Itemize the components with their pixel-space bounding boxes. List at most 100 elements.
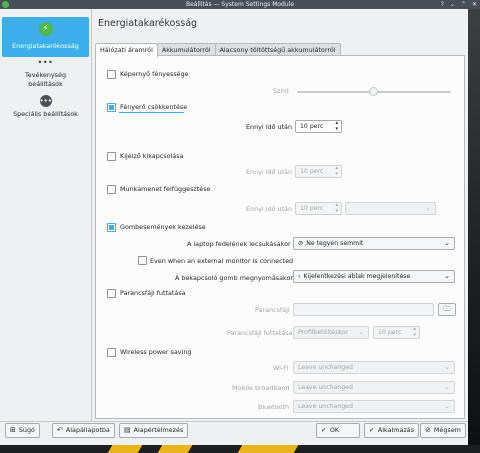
dim-after-label: Ennyi idő után (246, 123, 293, 131)
sidebar-item-energy[interactable]: ⚡ Energiatakarékosság (2, 17, 89, 57)
chevron-down-icon: ⌄ (444, 272, 450, 280)
reset-button-label: Alapállapotba (65, 426, 110, 434)
browse-button[interactable]: 🗀 (438, 303, 456, 316)
run-script-checkbox[interactable] (107, 289, 116, 298)
screen-off-after-value: 10 perc (300, 168, 324, 175)
wifi-combo[interactable]: Leave unchanged ⌄ (293, 361, 455, 374)
brightness-label: Képernyő fényessége (120, 70, 189, 78)
mobile-broadband-combo[interactable]: Leave unchanged ⌄ (293, 381, 455, 394)
script-file-input[interactable] (293, 303, 434, 316)
lightning-icon: ⚡ (38, 22, 53, 36)
wireless-checkbox[interactable] (107, 348, 116, 357)
screen-off-checkbox[interactable] (107, 152, 116, 161)
brightness-slider-handle[interactable] (369, 87, 378, 96)
chevron-down-icon: ⌄ (444, 383, 450, 391)
power-button-label: A bekapcsoló gomb megnyomásakor (175, 274, 294, 282)
dim-screen-label: Fényerő csökkentése (120, 103, 188, 111)
sidebar-item-activities[interactable]: ••• Tevékenység beállítások (2, 59, 89, 91)
chevron-down-icon: ⌄ (444, 239, 450, 247)
apply-button[interactable]: ✓ Alkalmazás (364, 423, 420, 438)
dots-icon: ••• (37, 58, 54, 67)
window-titlebar[interactable]: Beállítás — System Settings Module ? ⌄ ⌃… (0, 0, 480, 9)
bluetooth-combo[interactable]: Leave unchanged ⌄ (293, 400, 455, 413)
dim-screen-checkbox[interactable] (107, 103, 116, 112)
run-script-label: Parancsfájl futtatása (120, 289, 186, 297)
ok-button[interactable]: ✓ OK (316, 423, 360, 438)
script-run-combo[interactable]: Profilbetöltéskor ⌄ (293, 326, 369, 339)
dim-after-value: 10 perc (300, 123, 324, 130)
cancel-icon: ⊘ (425, 426, 431, 434)
sidebar-item-advanced[interactable]: ••• Speciális beállítások (2, 95, 89, 123)
lid-close-value: Ne tegyen semmit (306, 240, 364, 247)
button-events-checkbox[interactable] (107, 223, 116, 232)
defaults-button[interactable]: ▤ Alapértelmezés (119, 423, 189, 438)
chevron-left-icon: ‹ (298, 273, 301, 280)
brightness-checkbox[interactable] (107, 70, 116, 79)
script-run-label: Parancsfájl futtatása (227, 329, 293, 337)
brightness-level-label: Szint (273, 87, 289, 95)
close-icon[interactable]: ✕ (472, 0, 477, 9)
sidebar-item-label: Speciális beállítások (13, 110, 78, 118)
bluetooth-value: Leave unchanged (298, 403, 353, 410)
app-icon (2, 1, 9, 8)
cancel-button-label: Mégsem (433, 426, 461, 434)
road-marking (107, 445, 143, 453)
wireless-label: Wireless power saving (120, 348, 192, 356)
external-monitor-checkbox[interactable] (138, 256, 147, 265)
ok-button-label: OK (329, 426, 340, 434)
suspend-after-label: Ennyi idő után (246, 205, 293, 213)
settings-window: ⚡ Energiatakarékosság ••• Tevékenység be… (0, 9, 468, 445)
spin-arrows-icon[interactable]: ▴ ▾ (335, 165, 338, 177)
script-delay-value: 10 perc (378, 329, 402, 336)
suspend-after-spinbox[interactable]: 10 perc ▴ ▾ (295, 202, 342, 215)
wifi-label: Wi-Fi (273, 364, 289, 372)
block-icon: ⊘ (298, 240, 304, 247)
sidebar-divider (91, 9, 92, 421)
cancel-button[interactable]: ⊘ Mégsem (420, 423, 466, 438)
focus-underline (119, 112, 184, 113)
road-marking (263, 445, 299, 453)
defaults-button-label: Alapértelmezés (133, 426, 184, 434)
suspend-checkbox[interactable] (107, 185, 116, 194)
suspend-label: Munkamenet felfüggesztése (120, 185, 211, 193)
reset-button[interactable]: ↶ Alapállapotba (52, 423, 115, 438)
chevron-down-icon: ⌄ (444, 363, 450, 371)
sidebar-item-label: Tevékenység (24, 71, 67, 79)
suspend-action-combo[interactable]: ⌄ (345, 202, 436, 215)
screen-off-after-label: Ennyi idő után (246, 168, 293, 176)
mobile-broadband-value: Leave unchanged (298, 384, 353, 391)
help-window-icon[interactable]: ? (441, 0, 444, 9)
page-title: Energiatakarékosság (98, 18, 198, 29)
lid-close-label: A laptop fedelének lecsukásakor (187, 240, 291, 248)
chevron-down-icon: ⌄ (358, 328, 364, 336)
undo-icon: ↶ (57, 426, 63, 434)
sidebar: ⚡ Energiatakarékosság ••• Tevékenység be… (0, 9, 91, 421)
dim-after-spinbox[interactable]: 10 perc ▴ ▾ (295, 120, 342, 133)
script-file-label: Parancsfájl (255, 306, 290, 314)
spin-arrows-icon[interactable]: ▴ ▾ (335, 120, 338, 132)
folder-icon: 🗀 (443, 305, 451, 313)
chevron-down-icon: ⌄ (444, 402, 450, 410)
script-delay-spinbox[interactable]: 10 perc ▴ ▾ (373, 326, 420, 339)
spin-arrows-icon[interactable]: ▴ ▾ (335, 202, 338, 214)
desktop-background-bottom (0, 445, 480, 453)
external-monitor-label: Even when an external monitor is connect… (150, 257, 294, 265)
checkmark-icon: ✓ (369, 426, 375, 434)
help-button[interactable]: ⊞ Súgó (5, 423, 40, 438)
wifi-value: Leave unchanged (298, 364, 353, 371)
help-icon: ⊞ (10, 426, 16, 434)
bluetooth-label: Bluetooth (258, 403, 290, 411)
tab-ac-power[interactable]: Hálózati áramról (95, 43, 158, 57)
chevron-down-icon: ⌄ (425, 204, 431, 212)
spin-arrows-icon[interactable]: ▴ ▾ (413, 326, 416, 338)
lid-close-combo[interactable]: ⊘ Ne tegyen semmit ⌄ (293, 237, 455, 250)
checkmark-icon: ✓ (321, 426, 327, 434)
scrollbar[interactable] (458, 60, 463, 415)
power-button-combo[interactable]: ‹ Kijelentkezési ablak megjelenítése ⌄ (293, 270, 455, 283)
button-events-label: Gombesemények kezelése (120, 223, 206, 231)
minimize-icon[interactable]: ⌄ (450, 0, 455, 9)
screen-off-label: Kijelző kikapcsolása (120, 152, 184, 160)
footer-divider (0, 421, 468, 422)
maximize-icon[interactable]: ⌃ (461, 0, 466, 9)
screen-off-after-spinbox[interactable]: 10 perc ▴ ▾ (295, 165, 342, 178)
